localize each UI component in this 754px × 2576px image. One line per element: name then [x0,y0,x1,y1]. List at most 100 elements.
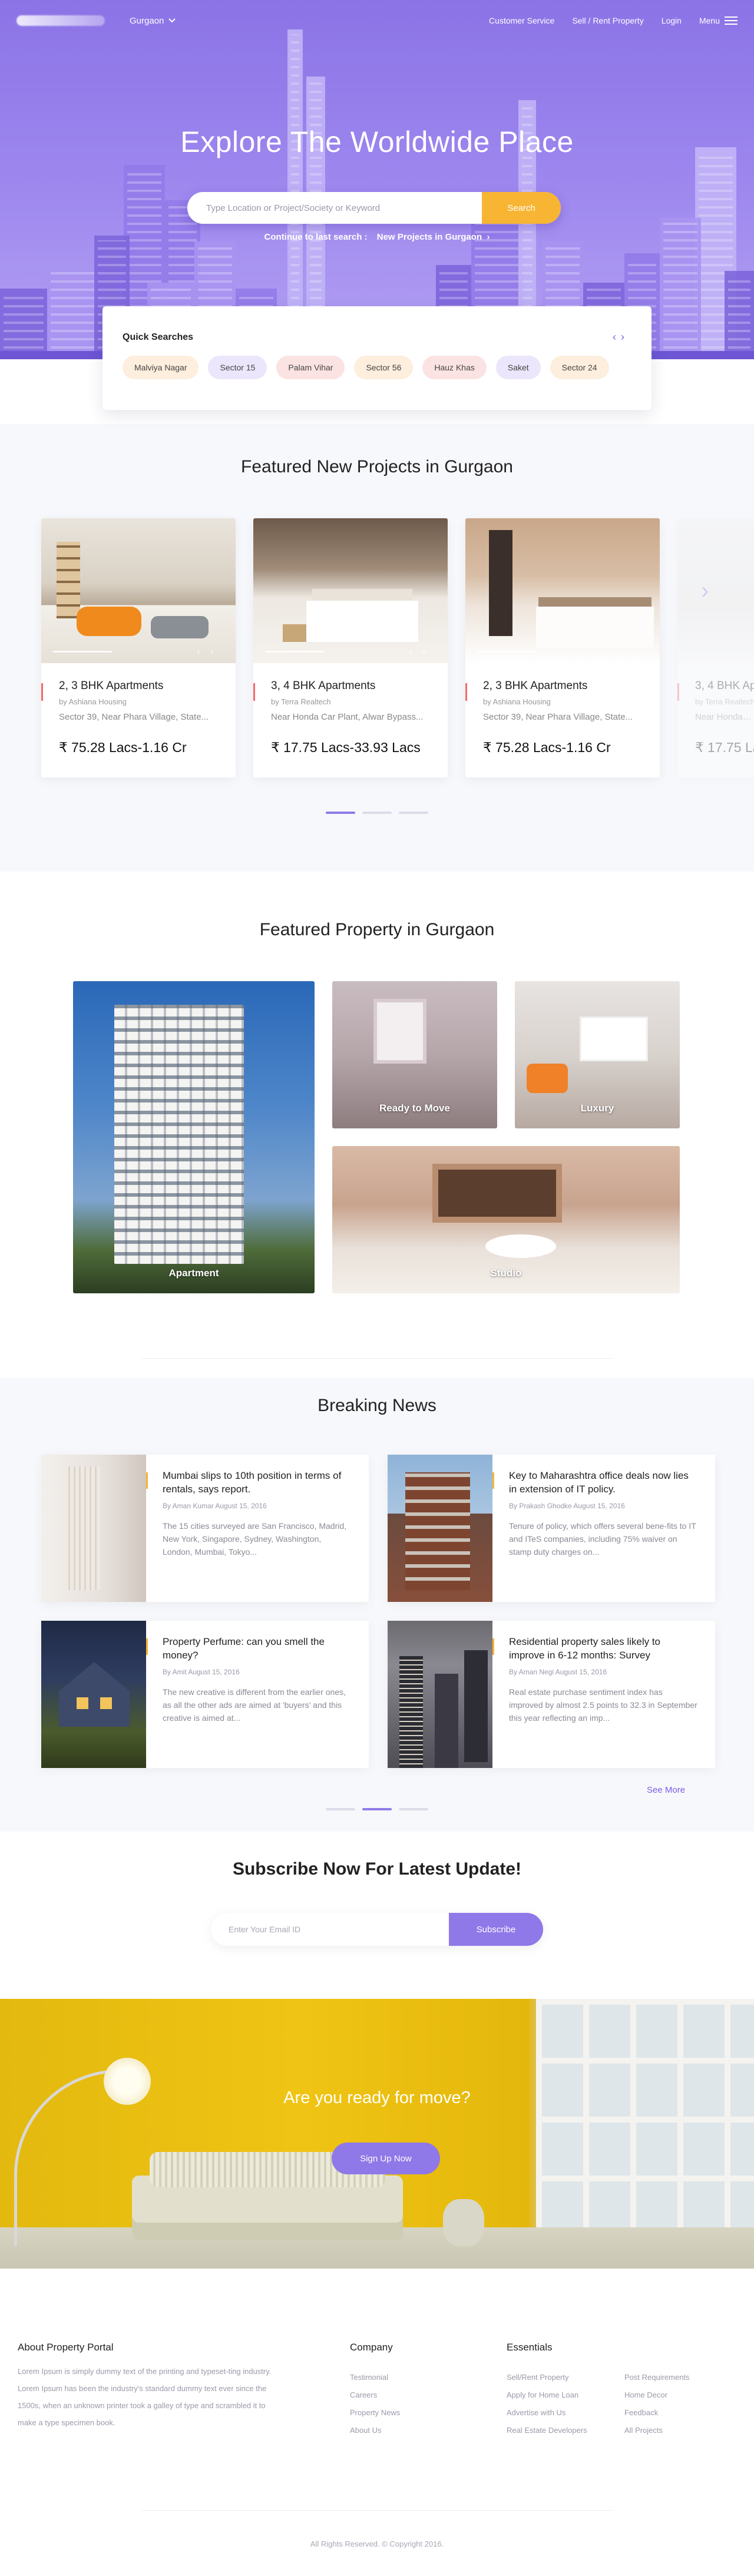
news-card[interactable]: Mumbai slips to 10th position in terms o… [41,1455,369,1602]
news-card[interactable]: Property Perfume: can you smell the mone… [41,1621,369,1768]
property-tile-label: Apartment [168,1267,219,1279]
search-button[interactable]: Search [482,192,561,224]
footer-link[interactable]: Sell/Rent Property [507,2369,587,2386]
subscribe-button[interactable]: Subscribe [449,1913,543,1946]
property-tile-ready-to-move[interactable]: Ready to Move [332,981,497,1128]
footer-link[interactable]: Testimonial [350,2369,400,2386]
project-card[interactable]: › 3, 4 BHK Apartments by Terra Realtech … [677,518,754,777]
footer-link[interactable]: Advertise with Us [507,2404,587,2422]
last-search-link[interactable]: Continue to last search : New Projects i… [0,232,754,242]
project-card[interactable]: ‹› 3, 4 BHK Apartments by Terra Realtech… [253,518,448,777]
carousel-arrows-icon[interactable]: ‹› [197,647,224,656]
chevron-left-icon[interactable]: ‹ [613,331,621,343]
footer-link[interactable]: All Projects [624,2422,690,2439]
project-card[interactable]: ‹› 2, 3 BHK Apartments by Ashiana Housin… [41,518,236,777]
nav-sell-rent-property[interactable]: Sell / Rent Property [572,16,643,25]
hero-title: Explore The Worldwide Place [180,125,574,158]
quick-search-chip[interactable]: Palam Vihar [276,356,345,379]
carousel-next-icon[interactable]: › [701,578,719,604]
footer-link[interactable]: Feedback [624,2404,690,2422]
project-developer: by Ashiana Housing [483,697,551,706]
see-more-link[interactable]: See More [647,1785,685,1795]
carousel-dot[interactable] [399,812,428,814]
quick-search-chip[interactable]: Hauz Khas [422,356,487,379]
footer-link[interactable]: Post Requirements [624,2369,690,2386]
quick-search-chip[interactable]: Malviya Nagar [123,356,199,379]
carousel-dot[interactable] [362,812,392,814]
news-meta: By Aman Negi August 15, 2016 [509,1668,607,1676]
news-section-title: Breaking News [318,1396,436,1415]
footer-link[interactable]: Careers [350,2386,400,2404]
footer-link[interactable]: About Us [350,2422,400,2439]
news-meta: By Aman Kumar August 15, 2016 [163,1502,267,1510]
news-photo [41,1455,146,1602]
carousel-arrows-icon[interactable]: ‹› [409,647,436,656]
carousel-dot[interactable] [326,1808,355,1810]
hamburger-icon [725,16,738,25]
footer-about-text: Lorem Ipsum is simply dummy text of the … [18,2367,272,2427]
project-name: 3, 4 BHK Apartments [271,680,376,692]
subscribe-title: Subscribe Now For Latest Update! [232,1859,522,1879]
property-tile-studio[interactable]: Studio [332,1146,680,1293]
project-card[interactable]: ‹› 2, 3 BHK Apartments by Ashiana Housin… [465,518,660,777]
news-card[interactable]: Key to Maharashtra office deals now lies… [388,1455,715,1602]
project-developer: by Terra Realtech [271,697,331,706]
project-price: ₹ 75.28 Lacs-1.16 Cr [483,740,611,755]
footer-company-title: Company [350,2342,393,2353]
footer-company: Company Testimonial Careers Property New… [350,2342,400,2439]
news-photo [41,1621,146,1768]
news-excerpt: The 15 cities surveyed are San Francisco… [163,1521,347,1557]
news-title: Residential property sales likely to imp… [509,1636,661,1661]
quick-searches-title: Quick Searches [123,332,194,342]
news-card[interactable]: Residential property sales likely to imp… [388,1621,715,1768]
footer: About Property Portal Lorem Ipsum is sim… [0,2269,754,2576]
menu-button[interactable]: Menu [699,16,738,25]
footer-essentials-more: Post Requirements Home Decor Feedback Al… [624,2342,690,2439]
search-input[interactable] [187,192,482,224]
carousel-dot[interactable] [399,1808,428,1810]
signup-banner: Are you ready for move? Sign Up Now [0,1999,754,2269]
quick-searches-panel: Quick Searches ‹› Malviya Nagar Sector 1… [102,306,652,410]
project-developer: by Ashiana Housing [59,697,127,706]
projects-section-title: Featured New Projects in Gurgaon [241,457,513,476]
carousel-dot[interactable] [362,1808,392,1810]
footer-link[interactable]: Apply for Home Loan [507,2386,587,2404]
footer-link[interactable]: Real Estate Developers [507,2422,587,2439]
project-price: ₹ 17.75 Lacs-33.93 Lacs [695,740,754,755]
project-price: ₹ 75.28 Lacs-1.16 Cr [59,740,187,755]
city-selector[interactable]: Gurgaon [130,16,176,26]
header-nav: Customer Service Sell / Rent Property Lo… [489,16,738,25]
news-meta: By Amit August 15, 2016 [163,1668,240,1676]
nav-login[interactable]: Login [662,16,682,25]
brand-logo[interactable] [16,15,105,26]
footer-divider [141,2510,613,2511]
news-title: Property Perfume: can you smell the mone… [163,1636,325,1661]
news-title: Mumbai slips to 10th position in terms o… [163,1470,342,1495]
carousel-dot[interactable] [326,812,355,814]
property-tile-apartment[interactable]: Apartment [73,981,315,1293]
news-photo [388,1455,492,1602]
property-tile-label: Studio [490,1267,522,1279]
quick-search-chips: Malviya Nagar Sector 15 Palam Vihar Sect… [123,356,631,379]
quick-search-chip[interactable]: Sector 15 [208,356,267,379]
hero-section: Gurgaon Customer Service Sell / Rent Pro… [0,0,754,359]
footer-link[interactable]: Home Decor [624,2386,690,2404]
footer-link[interactable]: Property News [350,2404,400,2422]
email-input[interactable] [211,1913,449,1946]
news-excerpt: Tenure of policy, which offers several b… [509,1521,696,1557]
footer-about: About Property Portal Lorem Ipsum is sim… [18,2342,283,2431]
quick-search-chip[interactable]: Sector 24 [550,356,609,379]
carousel-arrows-icon[interactable]: ‹› [621,647,648,656]
chevron-right-icon[interactable]: › [621,331,629,343]
sign-up-button[interactable]: Sign Up Now [332,2143,440,2174]
section-divider [141,1358,613,1359]
quick-search-chip[interactable]: Saket [495,356,541,379]
nav-customer-service[interactable]: Customer Service [489,16,554,25]
project-location: Sector 39, Near Phara Village, State... [483,712,633,722]
property-tile-luxury[interactable]: Luxury [515,981,680,1128]
news-photo [388,1621,492,1768]
project-developer: by Terra Realtech [695,697,754,706]
last-search-label: Continue to last search : [264,232,368,242]
news-title: Key to Maharashtra office deals now lies… [509,1470,689,1495]
quick-search-chip[interactable]: Sector 56 [354,356,414,379]
